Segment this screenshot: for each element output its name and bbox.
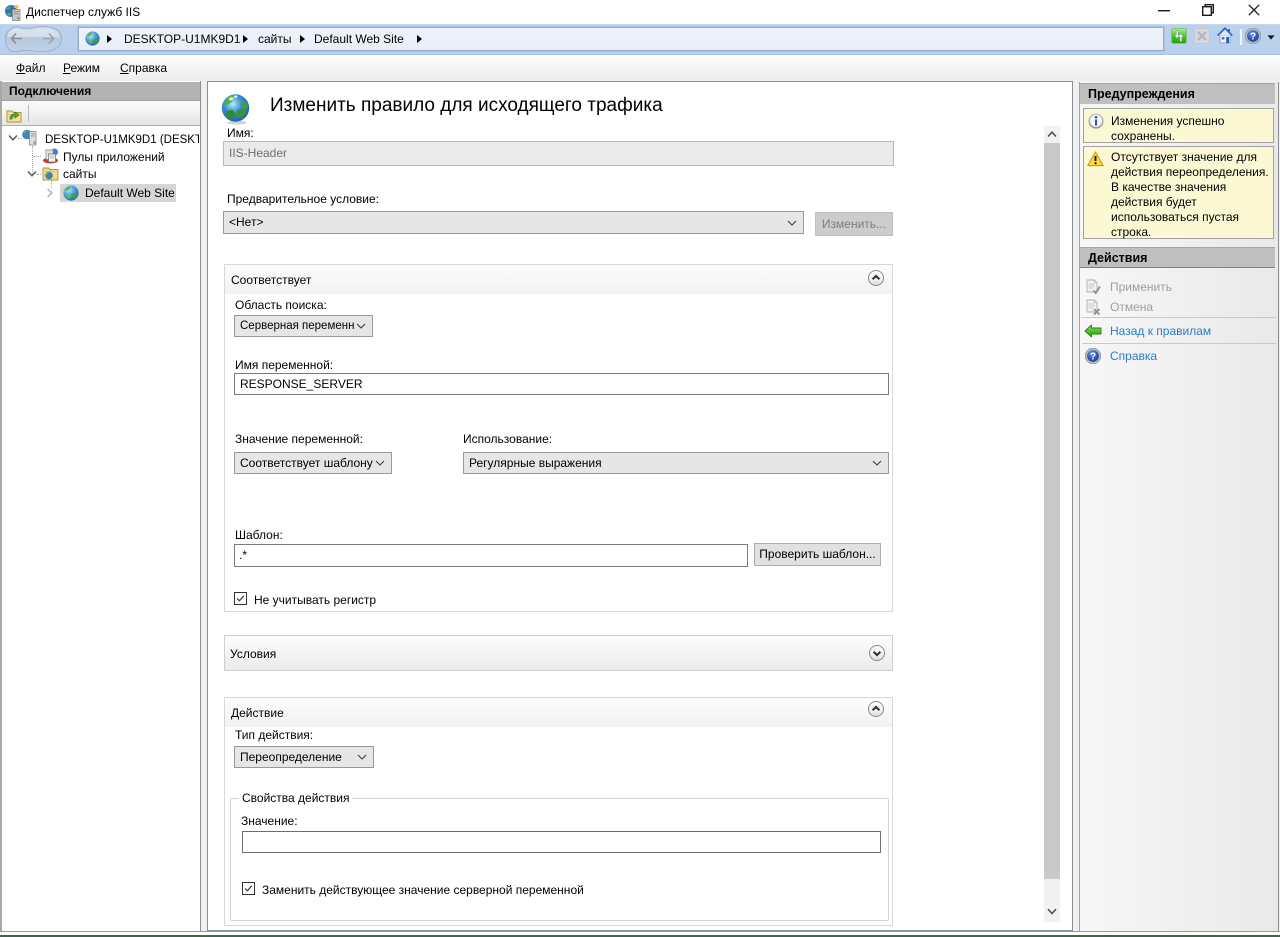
svg-text:?: ? (1250, 31, 1256, 42)
svg-text:?: ? (1090, 351, 1096, 362)
